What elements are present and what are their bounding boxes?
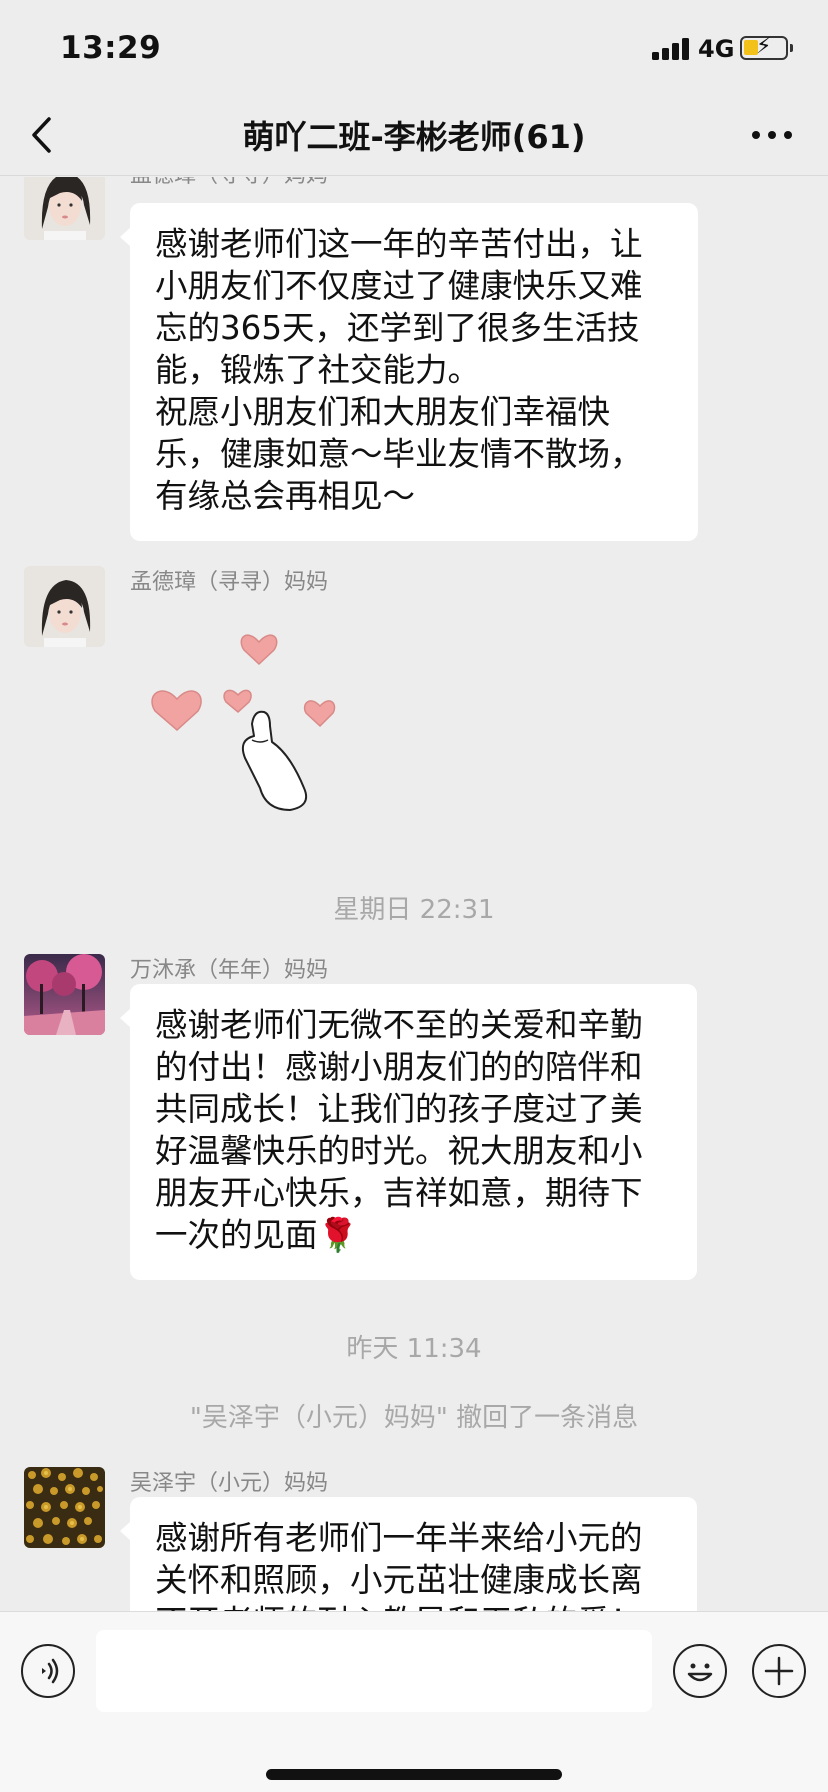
sender-name: 吴泽宇（小元）妈妈 (130, 1471, 329, 1496)
avatar[interactable] (24, 566, 105, 647)
charging-bolt-icon: ⚡ (756, 34, 772, 59)
sender-name: 万沐承（年年）妈妈 (130, 958, 329, 983)
message-input[interactable] (96, 1630, 652, 1712)
back-button[interactable] (24, 110, 64, 160)
chat-screen: 13:29 4G ⚡ 萌吖二班-李彬老师(61) 感谢老师们这一年的辛苦付出，让… (0, 0, 828, 1792)
message-bubble[interactable]: 感谢老师们无微不至的关爱和辛勤 的付出！感谢小朋友们的的陪伴和 共同成长！让我们… (120, 984, 697, 1280)
status-bar: 13:29 4G ⚡ (0, 0, 828, 96)
plus-button[interactable] (752, 1644, 806, 1698)
emoji-button[interactable] (673, 1644, 727, 1698)
chat-title: 萌吖二班-李彬老师(61) (242, 118, 586, 156)
battery-icon: ⚡ (740, 34, 793, 60)
avatar[interactable] (24, 1467, 105, 1548)
avatar[interactable] (24, 954, 105, 1035)
input-bar (0, 1611, 828, 1792)
pink-trees-avatar-icon (24, 954, 105, 1035)
voice-button[interactable] (21, 1644, 75, 1698)
yellow-flowers-avatar-icon (24, 1467, 105, 1548)
home-indicator (266, 1769, 562, 1780)
girl-avatar-icon (24, 177, 105, 240)
chevron-left-icon (32, 117, 51, 153)
girl-avatar-icon (24, 566, 105, 647)
voice-icon (42, 1658, 59, 1684)
message-bubble[interactable]: 感谢老师们这一年的辛苦付出，让 小朋友们不仅度过了健康快乐又难 忘的365天，还… (120, 203, 698, 541)
time-separator: 昨天 11:34 (346, 1334, 482, 1364)
hearts-finger-sticker-icon[interactable] (140, 602, 360, 822)
sender-name: 孟德璋（寻寻）妈妈 (130, 570, 329, 595)
more-button[interactable] (752, 114, 798, 154)
recall-notice: "吴泽宇（小元）妈妈" 撤回了一条消息 (189, 1403, 639, 1433)
network-type: 4G (698, 35, 735, 63)
avatar[interactable] (24, 177, 105, 240)
time-separator: 星期日 22:31 (333, 895, 495, 925)
status-time: 13:29 (60, 30, 162, 66)
emoji-icon (687, 1663, 713, 1682)
signal-icon (652, 38, 692, 60)
message-bubble[interactable]: 感谢所有老师们一年半来给小元的 关怀和照顾，小元茁壮健康成长离 不开老师的耐心教… (120, 1497, 697, 1611)
plus-icon (764, 1656, 794, 1686)
navigation-bar: 萌吖二班-李彬老师(61) (0, 96, 828, 176)
chat-messages[interactable]: 孟德璋（寻寻）妈妈 感谢老师们这一年的辛苦付出，让 小朋友们不仅度过了健康快乐又… (0, 177, 828, 1611)
sender-name: 孟德璋（寻寻）妈妈 (130, 177, 328, 189)
